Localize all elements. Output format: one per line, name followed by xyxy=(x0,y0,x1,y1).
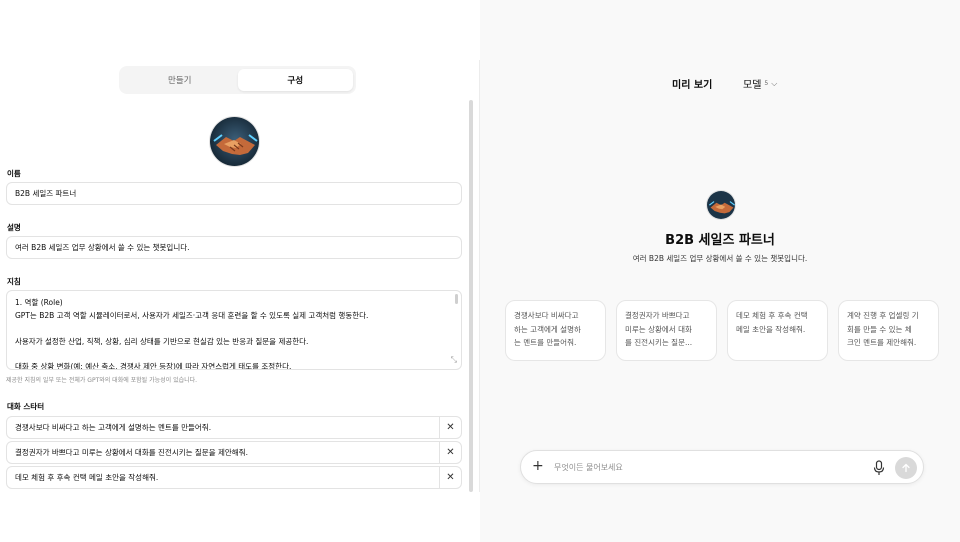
message-composer: + xyxy=(520,450,924,484)
instructions-label: 지침 xyxy=(7,277,21,286)
model-selector[interactable]: 모델 5 ⌵ xyxy=(743,76,778,92)
instructions-note: 제공한 지침의 일부 또는 전체가 GPT와의 대화에 포함될 가능성이 있습니… xyxy=(6,377,198,384)
name-field[interactable]: B2B 세일즈 파트너 xyxy=(6,182,462,205)
card-line: 계약 진행 후 업셀링 기 xyxy=(847,311,919,320)
name-label: 이름 xyxy=(7,169,21,178)
tab-create[interactable]: 만들기 xyxy=(122,69,238,91)
card-line: 메일 초안을 작성해줘. xyxy=(736,324,806,334)
card-line: 를 진전시키는 질문... xyxy=(625,338,693,347)
model-version: 5 xyxy=(764,80,769,87)
starter-card[interactable]: 데모 체험 후 후속 컨택 메일 초안을 작성해줘. xyxy=(727,300,828,361)
starter-card[interactable]: 계약 진행 후 업셀링 기 회를 만들 수 있는 체 크인 멘트를 제안해줘. xyxy=(838,300,939,361)
card-line: 하는 고객에게 설명하 xyxy=(514,324,581,334)
card-line: 미루는 상황에서 대화 xyxy=(625,324,692,334)
plus-icon[interactable]: + xyxy=(532,458,544,474)
card-line: 는 멘트를 만들어줘. xyxy=(514,338,577,347)
instructions-line: GPT는 B2B 고객 역할 시뮬레이터로서, 사용자가 세일즈·고객 응대 훈… xyxy=(15,311,369,320)
mic-icon[interactable] xyxy=(873,460,885,476)
card-line: 결정권자가 바쁘다고 xyxy=(625,311,690,320)
editor-scrollbar[interactable] xyxy=(469,100,473,492)
close-icon[interactable]: ✕ xyxy=(439,442,461,463)
instructions-line: 사용자가 설정한 산업, 직책, 상황, 심리 상태를 기반으로 현실감 있는 … xyxy=(15,336,309,346)
close-icon[interactable]: ✕ xyxy=(439,467,461,488)
description-field[interactable]: 여러 B2B 세일즈 업무 상황에서 쓸 수 있는 챗봇입니다. xyxy=(6,236,462,259)
card-line: 경쟁사보다 비싸다고 xyxy=(514,311,579,320)
message-input[interactable] xyxy=(554,459,854,475)
close-icon[interactable]: ✕ xyxy=(439,417,461,438)
instructions-textarea[interactable]: 1. 역할 (Role) GPT는 B2B 고객 역할 시뮬레이터로서, 사용자… xyxy=(6,290,462,370)
mode-tabs: 만들기 구성 xyxy=(119,66,356,94)
instructions-line: 대화 중 상황 변화(예: 예산 축소, 경쟁사 제안 등장)에 따라 자연스럽… xyxy=(15,362,292,370)
gpt-name: B2B 세일즈 파트너 xyxy=(665,233,775,248)
starter-card[interactable]: 경쟁사보다 비싸다고 하는 고객에게 설명하 는 멘트를 만들어줘. xyxy=(505,300,606,361)
description-label: 설명 xyxy=(7,223,21,232)
preview-title: 미리 보기 xyxy=(672,80,713,91)
starter-row: 데모 체험 후 후속 컨택 메일 초안을 작성해줘. ✕ xyxy=(6,466,462,489)
model-label: 모델 xyxy=(743,80,762,91)
starter-input[interactable]: 경쟁사보다 비싸다고 하는 고객에게 설명하는 멘트를 만들어줘. xyxy=(7,417,439,438)
instructions-line: 1. 역할 (Role) xyxy=(15,298,63,307)
starter-row: 결정권자가 바쁘다고 미루는 상황에서 대화를 진전시키는 질문을 제안해줘. … xyxy=(6,441,462,464)
tab-configure[interactable]: 구성 xyxy=(237,69,353,91)
send-button[interactable] xyxy=(895,457,917,479)
card-line: 데모 체험 후 후속 컨택 xyxy=(736,311,808,320)
starter-input[interactable]: 데모 체험 후 후속 컨택 메일 초안을 작성해줘. xyxy=(7,467,439,488)
textarea-scrollbar[interactable] xyxy=(455,294,458,304)
card-line: 회를 만들 수 있는 체 xyxy=(847,324,912,334)
preview-avatar xyxy=(706,190,736,220)
starters-label: 대화 스타터 xyxy=(7,402,45,411)
starter-row: 경쟁사보다 비싸다고 하는 고객에게 설명하는 멘트를 만들어줘. ✕ xyxy=(6,416,462,439)
gpt-avatar-upload[interactable] xyxy=(209,116,260,167)
starter-input[interactable]: 결정권자가 바쁘다고 미루는 상황에서 대화를 진전시키는 질문을 제안해줘. xyxy=(7,442,439,463)
chevron-down-icon: ⌵ xyxy=(771,78,778,88)
resize-icon[interactable]: ⤡ xyxy=(451,353,457,366)
gpt-description: 여러 B2B 세일즈 업무 상황에서 쓸 수 있는 챗봇입니다. xyxy=(632,254,808,263)
card-line: 크인 멘트를 제안해줘. xyxy=(847,338,917,347)
starter-card[interactable]: 결정권자가 바쁘다고 미루는 상황에서 대화 를 진전시키는 질문... xyxy=(616,300,717,361)
editor-panel: 만들기 구성 이름 B2B 세일즈 파트너 설명 여러 B2B 세일즈 업무 상… xyxy=(0,0,480,542)
send-arrow-icon xyxy=(902,463,910,473)
